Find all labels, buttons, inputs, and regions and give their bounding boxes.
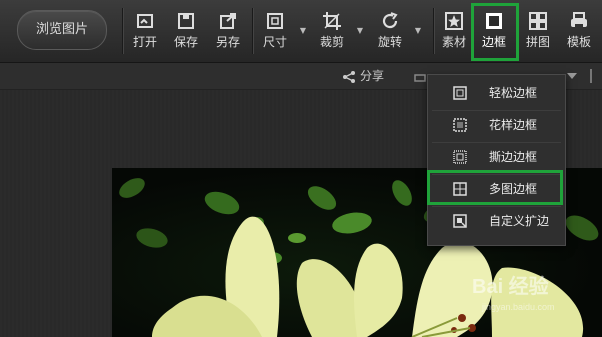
menu-item-custom-extend[interactable]: 自定义扩边 [432,206,561,237]
save-icon [178,13,194,29]
menu-item-torn-border[interactable]: 撕边边框 [432,142,561,173]
menu-item-label: 撕边边框 [489,150,538,164]
save-as-button[interactable]: 另存 [209,8,247,54]
menu-item-simple-border[interactable]: 轻松边框 [432,78,561,109]
crop-button[interactable]: 裁剪 ▼ [313,8,363,54]
menu-item-label: 轻松边框 [489,86,538,100]
share-icon [343,70,355,83]
rotate-label: 旋转 [377,35,402,49]
lock-icon[interactable] [414,70,426,82]
resize-icon [267,13,283,29]
toolbar-divider [122,8,124,54]
baidu-watermark-url: jingyan.baidu.com [482,302,555,312]
menu-item-label: 自定义扩边 [489,214,550,228]
border-dropdown-menu: 轻松边框 花样边框 撕边边框 多图边框 自定义扩边 [427,74,566,246]
toolbar-divider [252,8,254,54]
baidu-watermark: Bai 经验 [472,276,549,298]
material-label: 素材 [441,35,466,49]
printer-icon [571,12,587,29]
grid-icon [529,12,547,30]
border-button-highlight [471,3,519,61]
size-dropdown-arrow-icon[interactable]: ▼ [300,26,306,35]
collage-label: 拼图 [525,35,550,49]
simple-border-icon [453,86,467,100]
chevron-down-icon[interactable] [567,73,577,79]
open-label: 打开 [132,35,157,49]
crop-icon [323,12,341,30]
crop-label: 裁剪 [319,35,344,49]
save-as-icon [220,13,236,29]
template-label: 模板 [566,35,591,49]
save-as-label: 另存 [215,35,240,49]
template-button[interactable]: 模板 [560,8,598,54]
multi-border-highlight [427,170,563,205]
menu-item-pattern-border[interactable]: 花样边框 [432,110,561,141]
open-icon [137,14,153,28]
share-button[interactable]: 分享 [342,67,384,84]
save-button[interactable]: 保存 [167,8,205,54]
size-label: 尺寸 [262,35,287,49]
star-icon [445,12,463,30]
crop-dropdown-arrow-icon[interactable]: ▼ [357,26,363,35]
torn-border-icon [453,150,467,164]
rotate-button[interactable]: 旋转 ▼ [371,8,421,54]
rotate-icon [382,12,398,29]
menu-item-label: 花样边框 [489,118,538,132]
collage-button[interactable]: 拼图 [519,8,557,54]
browse-images-button[interactable]: 浏览图片 [17,10,107,50]
panel-edge [590,69,602,83]
material-button[interactable]: 素材 [435,8,473,54]
save-label: 保存 [173,35,198,49]
rotate-dropdown-arrow-icon[interactable]: ▼ [415,26,421,35]
top-toolbar: 浏览图片 打开 保存 另存 尺寸 ▼ 裁剪 ▼ 旋转 ▼ 素材 边框 拼图 模板 [0,0,602,63]
share-label: 分享 [360,69,385,83]
open-button[interactable]: 打开 [126,8,164,54]
pattern-border-icon [453,118,467,132]
custom-extend-icon [453,214,467,228]
size-button[interactable]: 尺寸 ▼ [256,8,306,54]
